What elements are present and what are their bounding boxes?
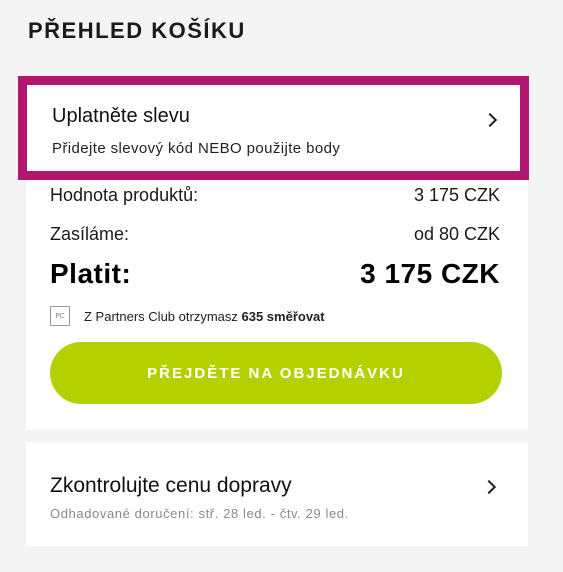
- shipping-amount: od 80 CZK: [413, 224, 500, 244]
- proceed-to-order-button[interactable]: PŘEJDĚTE NA OBJEDNÁVKU: [50, 342, 502, 404]
- partners-club-message: Z Partners Club otrzymasz: [84, 308, 238, 324]
- apply-discount-panel[interactable]: Uplatněte slevu Přidejte slevový kód NEB…: [18, 76, 529, 180]
- products-value-label: Hodnota produktů:: [50, 185, 199, 205]
- shipping-check-title: Zkontrolujte cenu dopravy: [50, 474, 292, 497]
- total-amount: 3 175 CZK: [360, 258, 500, 289]
- partners-club-points: 635 směřovat: [241, 308, 325, 324]
- total-label: Platit:: [50, 258, 132, 289]
- chevron-right-icon: [482, 112, 498, 128]
- total-row: Platit: 3 175 CZK: [50, 258, 500, 290]
- partners-club-info: PC Z Partners Club otrzymasz 635 směřova…: [50, 306, 325, 326]
- products-value-amount: 3 175 CZK: [413, 185, 500, 205]
- discount-title: Uplatněte slevu: [52, 105, 190, 127]
- partners-club-text: Z Partners Club otrzymasz 635 směřovat: [84, 309, 325, 324]
- shipping-price-check-panel[interactable]: Zkontrolujte cenu dopravy Odhadované dor…: [26, 442, 528, 546]
- delivery-estimate: Odhadované doručení: stř. 28 led. - čtv.…: [50, 506, 349, 521]
- page-title: PŘEHLED KOŠÍKU: [28, 18, 246, 43]
- shipping-row: Zasíláme: od 80 CZK: [50, 224, 500, 245]
- discount-subtitle: Přidejte slevový kód NEBO použijte body: [52, 140, 341, 157]
- partners-club-icon: PC: [50, 306, 70, 326]
- chevron-right-icon: [481, 479, 497, 495]
- products-value-row: Hodnota produktů: 3 175 CZK: [50, 185, 500, 206]
- shipping-label: Zasíláme:: [50, 224, 130, 244]
